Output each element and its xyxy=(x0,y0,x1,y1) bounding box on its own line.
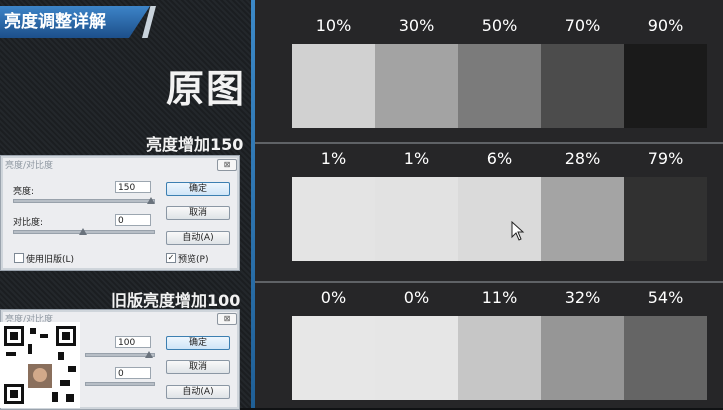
cancel-button[interactable]: 取消 xyxy=(166,360,230,374)
percentage-label: 90% xyxy=(647,16,684,35)
percentage-label: 0% xyxy=(403,288,430,307)
cancel-button[interactable]: 取消 xyxy=(166,206,230,220)
percentage-label: 32% xyxy=(564,288,601,307)
brightness-input[interactable]: 150 xyxy=(115,181,151,193)
contrast-slider[interactable] xyxy=(85,382,155,386)
percentage-label: 54% xyxy=(647,288,684,307)
gray-swatch xyxy=(541,177,624,261)
legacy-checkbox[interactable] xyxy=(14,253,24,263)
legacy-label: 使用旧版(L) xyxy=(26,255,75,265)
gray-swatch xyxy=(624,44,707,128)
gray-swatch xyxy=(292,177,375,261)
percentage-label: 70% xyxy=(564,16,601,35)
contrast-label: 对比度: xyxy=(13,218,44,228)
gray-swatch xyxy=(292,44,375,128)
row-divider-2 xyxy=(255,281,723,283)
brightness-input[interactable]: 100 xyxy=(115,336,151,348)
gray-swatch xyxy=(624,177,707,261)
percentage-label: 1% xyxy=(403,149,430,168)
original-title: 原图 xyxy=(166,67,247,111)
percentage-label: 28% xyxy=(564,149,601,168)
gray-swatch xyxy=(375,44,458,128)
gray-band-2 xyxy=(292,177,707,261)
percentage-label: 1% xyxy=(320,149,347,168)
auto-button[interactable]: 自动(A) xyxy=(166,385,230,399)
ok-button[interactable]: 确定 xyxy=(166,336,230,350)
brightness-slider-thumb[interactable] xyxy=(145,351,153,358)
percentage-label: 10% xyxy=(315,16,352,35)
percentage-label: 30% xyxy=(398,16,435,35)
dialog-title: 亮度/对比度 xyxy=(5,161,54,171)
percentage-label: 50% xyxy=(481,16,518,35)
brightness-label: 亮度: xyxy=(13,187,35,197)
ok-button[interactable]: 确定 xyxy=(166,182,230,196)
row-divider-1 xyxy=(255,142,723,144)
gray-band-3 xyxy=(292,316,707,400)
section-label-legacy100: 旧版亮度增加100 xyxy=(111,291,241,310)
gray-swatch xyxy=(541,316,624,400)
percentage-label: 11% xyxy=(481,288,518,307)
contrast-slider-thumb[interactable] xyxy=(79,228,87,235)
brightness-contrast-dialog: 亮度/对比度 ⊠ 亮度: 150 对比度: 0 使用旧版(L) 确定 取消 自动… xyxy=(0,155,240,271)
percentage-label: 79% xyxy=(647,149,684,168)
gray-swatch xyxy=(458,316,541,400)
gray-band-1 xyxy=(292,44,707,128)
gray-swatch xyxy=(458,177,541,261)
percentage-label: 0% xyxy=(320,288,347,307)
brightness-slider[interactable] xyxy=(13,199,155,203)
gray-swatch xyxy=(375,177,458,261)
preview-checkbox[interactable]: ✓ xyxy=(166,253,176,263)
contrast-input[interactable]: 0 xyxy=(115,214,151,226)
brightness-slider-thumb[interactable] xyxy=(147,197,155,204)
close-icon[interactable]: ⊠ xyxy=(217,313,237,325)
mouse-cursor-icon xyxy=(511,221,525,241)
gray-swatch xyxy=(541,44,624,128)
section-label-brightness150: 亮度增加150 xyxy=(146,135,244,154)
gray-swatch xyxy=(624,316,707,400)
contrast-input[interactable]: 0 xyxy=(115,367,151,379)
qr-code-icon xyxy=(0,322,80,408)
percentage-label: 6% xyxy=(486,149,513,168)
title-banner: 亮度调整详解 xyxy=(0,6,150,38)
gray-swatch xyxy=(458,44,541,128)
close-icon[interactable]: ⊠ xyxy=(217,159,237,171)
preview-label: 预览(P) xyxy=(178,255,209,265)
gray-swatch xyxy=(292,316,375,400)
gray-swatch xyxy=(375,316,458,400)
auto-button[interactable]: 自动(A) xyxy=(166,231,230,245)
